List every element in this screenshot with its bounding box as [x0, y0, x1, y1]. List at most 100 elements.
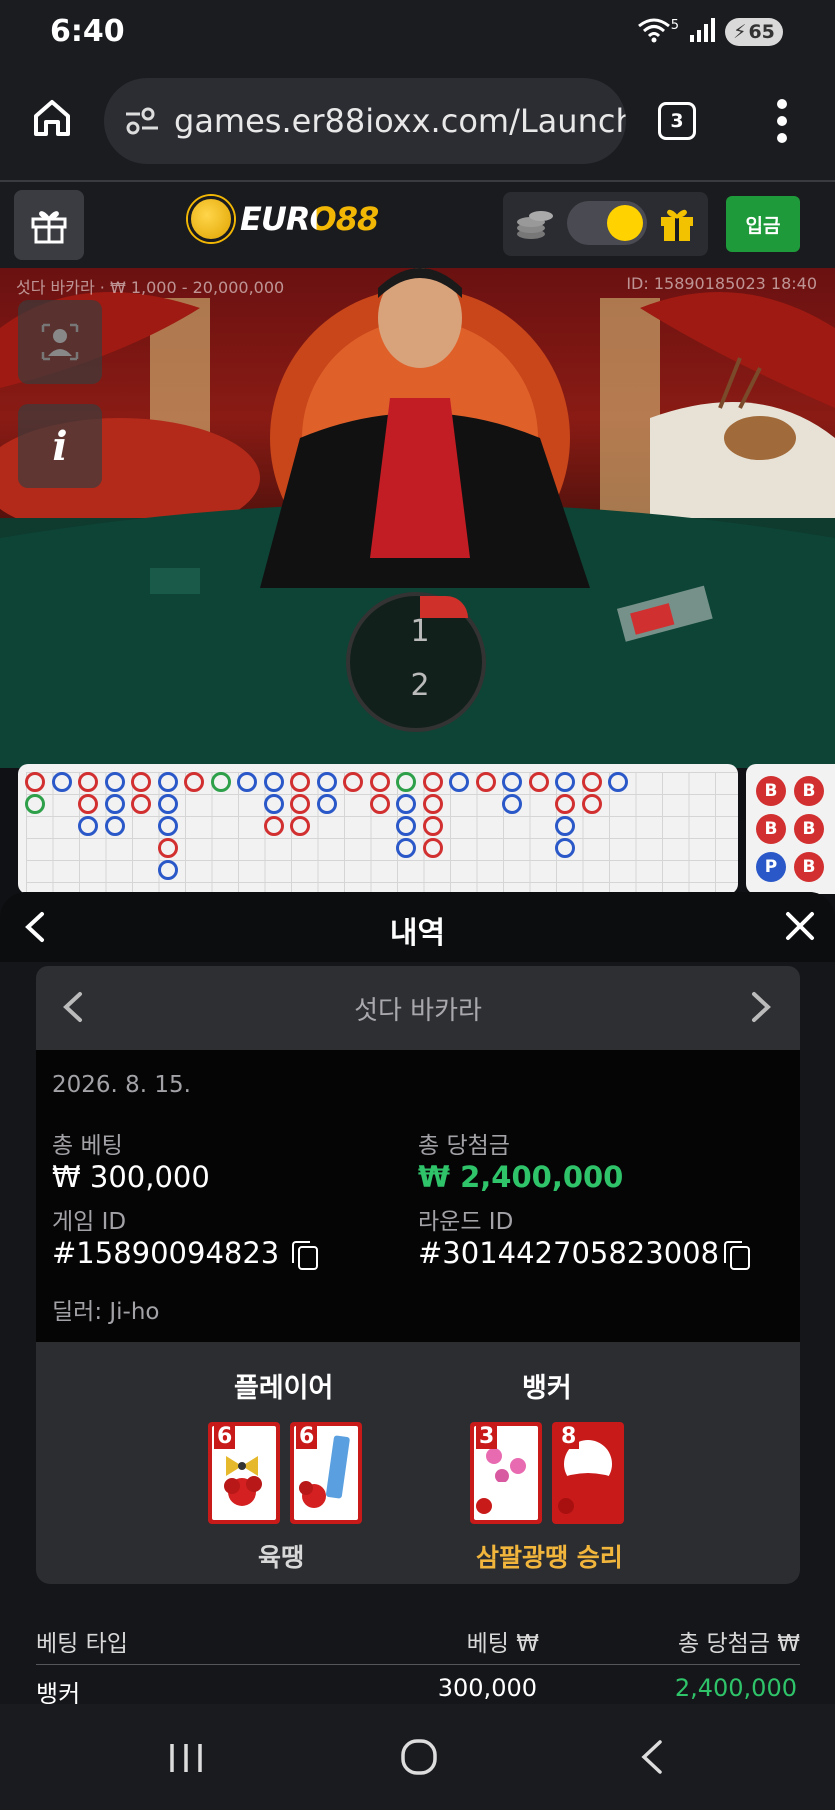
url-text[interactable]: games.er88ioxx.com/Launch — [174, 102, 626, 140]
road-ring — [25, 794, 45, 814]
road-ring — [555, 794, 575, 814]
road-ring — [581, 772, 602, 792]
countdown-timer: 1 2 — [346, 592, 486, 732]
more-menu-button[interactable] — [772, 96, 792, 146]
road-ring — [78, 816, 98, 836]
road-ring — [502, 772, 522, 792]
battery-level: 65 — [748, 21, 775, 43]
live-video: 섯다 바카라 · ₩ 1,000 - 20,000,000 ID: 158901… — [0, 268, 835, 768]
bead-4: B — [794, 814, 824, 844]
bead-road[interactable]: B B B B P B — [746, 764, 835, 894]
road-ring — [369, 772, 390, 792]
road-ring — [396, 772, 416, 792]
profile-button[interactable] — [18, 300, 102, 384]
dealer-name: 딜러: Ji-ho — [52, 1299, 160, 1325]
wifi-badge: 5 — [670, 17, 679, 33]
timer-bottom-number: 2 — [410, 668, 430, 703]
round-id-label: ID: 15890185023 18:40 — [626, 274, 817, 293]
road-ring — [157, 860, 178, 880]
total-bet-value: ₩ 300,000 — [52, 1160, 210, 1194]
banker-card-1: 3 — [470, 1422, 542, 1524]
game-id-label: 게임 ID — [52, 1209, 127, 1235]
col-bet-type: 베팅 타입 — [36, 1631, 128, 1657]
home-nav-button[interactable] — [400, 1738, 438, 1780]
road-ring — [290, 772, 310, 792]
status-bar: 6:40 5 ⚡ 65 — [0, 0, 835, 66]
deposit-button[interactable]: 입금 — [726, 196, 800, 252]
row-total-win: 2,400,000 — [674, 1674, 797, 1702]
road-ring — [263, 772, 284, 792]
recent-apps-icon — [170, 1744, 202, 1772]
road-ring — [157, 772, 178, 792]
battery-indicator: ⚡ 65 — [725, 18, 783, 46]
road-ring — [25, 772, 45, 792]
road-ring — [396, 838, 416, 858]
road-ring — [131, 794, 151, 814]
total-win-value: ₩ 2,400,000 — [418, 1160, 624, 1194]
big-road[interactable] — [18, 764, 738, 894]
player-card-1-number: 6 — [214, 1424, 236, 1449]
road-ring — [555, 772, 575, 792]
player-card-1: 6 — [208, 1422, 280, 1524]
site-logo[interactable]: EURO88 — [188, 196, 379, 242]
promotions-button[interactable] — [14, 190, 84, 260]
cards-result: 플레이어 뱅커 6 6 3 8 육땡 삼팔광땡 승리 — [36, 1342, 800, 1584]
col-bet-amount: 베팅 ₩ — [466, 1631, 539, 1657]
road-ring — [555, 838, 575, 858]
clock: 6:40 — [50, 14, 125, 49]
gift-icon — [31, 211, 67, 244]
banker-title: 뱅커 — [522, 1373, 572, 1404]
road-ring — [263, 816, 284, 836]
road-ring — [104, 772, 125, 792]
road-ring — [184, 772, 204, 792]
user-icon — [41, 323, 79, 361]
close-button[interactable] — [784, 910, 816, 946]
row-bet-amount: 300,000 — [437, 1674, 537, 1702]
copy-game-id-icon[interactable] — [292, 1241, 318, 1270]
info-button[interactable]: i — [18, 404, 102, 488]
banker-card-2: 8 — [552, 1422, 624, 1524]
home-button[interactable] — [30, 96, 74, 144]
site-settings-icon[interactable] — [124, 106, 160, 140]
player-title: 플레이어 — [234, 1373, 334, 1404]
history-panel: 내역 섯다 바카라 2026. 8. 15. 총 베팅 ₩ 300,000 총 … — [0, 892, 835, 1704]
tab-switcher-button[interactable]: 3 — [658, 102, 696, 140]
col-total-win: 총 당첨금 ₩ — [677, 1631, 800, 1657]
road-ring — [475, 772, 496, 792]
bead-1: B — [756, 776, 786, 806]
road-ring — [51, 772, 72, 792]
browser-toolbar: games.er88ioxx.com/Launch 3 — [0, 66, 835, 182]
recent-apps-button[interactable] — [168, 1740, 204, 1780]
bead-5: P — [756, 852, 786, 882]
more-vert-icon — [777, 99, 787, 143]
road-ring — [422, 772, 443, 792]
back-arrow-icon — [641, 1740, 662, 1774]
balance-visibility-toggle[interactable] — [567, 201, 647, 245]
chevron-right-icon — [752, 992, 771, 1022]
round-date: 2026. 8. 15. — [52, 1072, 191, 1098]
bead-2: B — [794, 776, 824, 806]
road-ring — [316, 794, 337, 814]
next-game-button[interactable] — [750, 990, 772, 1028]
home-circle-icon — [401, 1739, 437, 1775]
road-ring — [608, 772, 628, 792]
road-ring — [78, 794, 98, 814]
back-nav-button[interactable] — [638, 1738, 666, 1780]
bonus-gift-icon[interactable] — [657, 204, 697, 248]
banker-result: 삼팔광땡 승리 — [476, 1543, 623, 1572]
wifi-icon — [637, 16, 671, 48]
road-ring — [581, 794, 602, 814]
total-bet-label: 총 베팅 — [52, 1133, 123, 1159]
logo-text: EURO88 — [240, 200, 379, 238]
total-win-label: 총 당첨금 — [418, 1133, 510, 1159]
copy-round-id-icon[interactable] — [724, 1241, 750, 1270]
road-ring — [528, 772, 549, 792]
address-bar[interactable]: games.er88ioxx.com/Launch — [104, 78, 626, 164]
player-card-2-number: 6 — [296, 1424, 318, 1449]
home-icon — [34, 100, 70, 136]
close-icon — [786, 912, 814, 940]
road-ring — [157, 816, 178, 836]
bead-6: B — [794, 852, 824, 882]
road-ring — [396, 816, 416, 836]
banker-card-1-number: 3 — [476, 1424, 498, 1449]
